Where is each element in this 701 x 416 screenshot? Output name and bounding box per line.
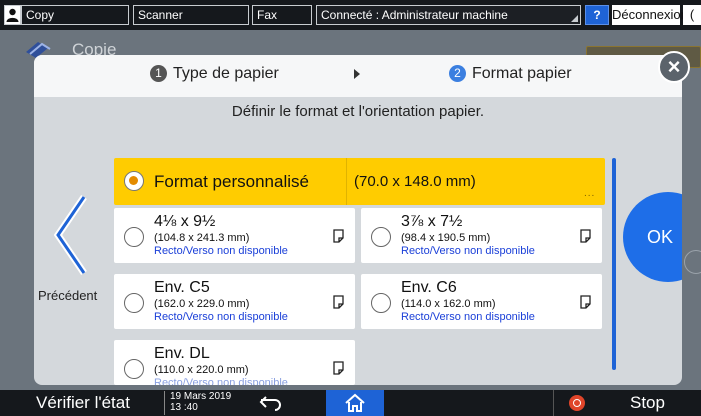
login-status[interactable]: Connecté : Administrateur machine: [316, 5, 581, 25]
option-paper-size[interactable]: Env. C6 (114.0 x 162.0 mm) Recto/Verso n…: [361, 274, 602, 329]
step-paper-type: 1 Type de papier: [150, 65, 279, 83]
wizard-steps: 1 Type de papier 2 Format papier: [34, 55, 682, 97]
step-2-label: Format papier: [472, 65, 572, 82]
option-paper-size[interactable]: 4⅛ x 9½ (104.8 x 241.3 mm) Recto/Verso n…: [114, 208, 355, 263]
check-status-button[interactable]: Vérifier l'état: [36, 393, 130, 413]
option-title: 4⅛ x 9½: [154, 213, 216, 230]
option-dimensions: (104.8 x 241.3 mm): [154, 232, 250, 244]
previous-label: Précédent: [38, 288, 98, 303]
radio-button[interactable]: [371, 293, 391, 313]
instruction-text: Définir le format et l'orientation papie…: [231, 103, 485, 120]
previous-button[interactable]: Précédent: [34, 195, 114, 325]
scanner-app-tab[interactable]: Scanner: [133, 5, 249, 25]
scrollbar[interactable]: [612, 158, 616, 370]
expand-corner-icon: [571, 15, 578, 22]
portrait-orientation-icon: [580, 295, 591, 309]
option-custom-label: Format personnalisé: [154, 172, 309, 191]
chevron-left-icon: [54, 195, 87, 275]
option-note: Recto/Verso non disponible: [154, 311, 288, 323]
option-note: Recto/Verso non disponible: [154, 245, 288, 257]
fax-app-tab[interactable]: Fax: [252, 5, 312, 25]
step-1-number: 1: [150, 65, 167, 82]
portrait-orientation-icon: [333, 229, 344, 243]
option-note: Recto/Verso non disponible: [401, 245, 535, 257]
option-paper-size[interactable]: Env. DL (110.0 x 220.0 mm) Recto/Verso n…: [114, 340, 355, 385]
divider: [346, 158, 347, 205]
bottom-bar: Vérifier l'état 19 Mars 2019 13 :40 Stop: [0, 390, 701, 416]
radio-selected[interactable]: [124, 171, 144, 191]
step-1-label: Type de papier: [173, 65, 279, 82]
user-icon[interactable]: [4, 5, 21, 25]
ok-button[interactable]: OK: [623, 192, 682, 282]
paper-format-dialog: 1 Type de papier 2 Format papier Définir l…: [34, 55, 682, 385]
option-dimensions: (114.0 x 162.0 mm): [401, 298, 496, 310]
stop-icon[interactable]: [569, 395, 585, 411]
radio-button[interactable]: [124, 227, 144, 247]
option-dimensions: (162.0 x 229.0 mm): [154, 298, 250, 310]
back-arrow-icon[interactable]: [258, 394, 284, 412]
step-arrow-icon: [354, 69, 360, 79]
login-status-text: Connecté : Administrateur machine: [321, 8, 508, 22]
divider: [553, 390, 554, 416]
stop-button[interactable]: Stop: [630, 393, 665, 413]
option-title: 3⅞ x 7½: [401, 213, 463, 230]
step-2-number: 2: [449, 65, 466, 82]
option-title: Env. DL: [154, 345, 210, 362]
logout-button[interactable]: Déconnexion: [612, 5, 688, 25]
radio-button[interactable]: [124, 293, 144, 313]
option-note: Recto/Verso non disponible: [154, 377, 288, 385]
date-time: 19 Mars 2019 13 :40: [164, 391, 234, 415]
option-title: Env. C5: [154, 279, 210, 296]
portrait-orientation-icon: [580, 229, 591, 243]
home-icon: [345, 393, 365, 412]
portrait-orientation-icon: [333, 361, 344, 375]
option-dimensions: (110.0 x 220.0 mm): [154, 364, 249, 376]
option-paper-size[interactable]: 3⅞ x 7½ (98.4 x 190.5 mm) Recto/Verso no…: [361, 208, 602, 263]
step-paper-format: 2 Format papier: [449, 65, 572, 83]
option-title: Env. C6: [401, 279, 457, 296]
help-button[interactable]: ?: [585, 5, 609, 25]
portrait-orientation-icon: [333, 295, 344, 309]
time-text: 13 :40: [170, 402, 198, 413]
option-dimensions: (98.4 x 190.5 mm): [401, 232, 491, 244]
background-dial: [684, 250, 701, 274]
home-button[interactable]: [326, 390, 384, 416]
more-dots-icon: ...: [584, 188, 596, 199]
close-icon[interactable]: ×: [658, 51, 690, 83]
option-paper-size[interactable]: Env. C5 (162.0 x 229.0 mm) Recto/Verso n…: [114, 274, 355, 329]
top-bar: Copy Scanner Fax Connecté : Administrate…: [0, 0, 701, 30]
radio-button[interactable]: [124, 359, 144, 379]
radio-button[interactable]: [371, 227, 391, 247]
option-custom-value[interactable]: (70.0 x 148.0 mm): [354, 173, 476, 190]
copy-app-tab[interactable]: Copy: [21, 5, 129, 25]
option-custom-format[interactable]: Format personnalisé (70.0 x 148.0 mm) ..…: [114, 158, 605, 205]
energy-saver-icon[interactable]: (: [683, 5, 701, 25]
option-note: Recto/Verso non disponible: [401, 311, 535, 323]
date-text: 19 Mars 2019: [170, 391, 232, 402]
